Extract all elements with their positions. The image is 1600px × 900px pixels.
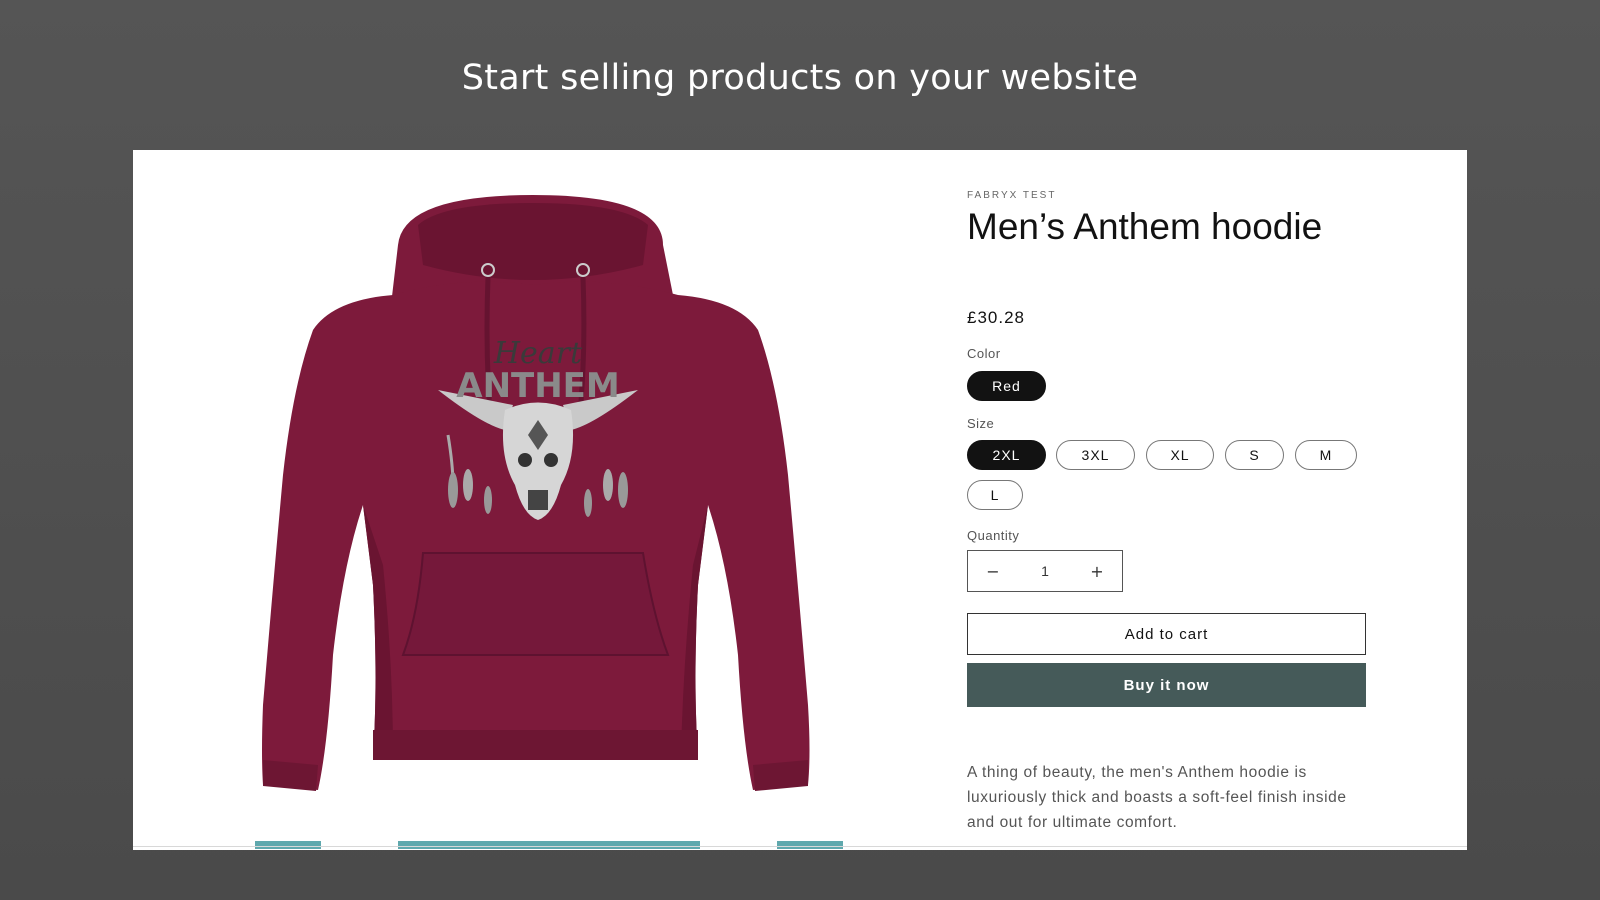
- product-image[interactable]: Heart ANTHEM: [243, 185, 813, 815]
- product-description: A thing of beauty, the men's Anthem hood…: [967, 764, 1347, 831]
- quantity-decrease-button[interactable]: −: [968, 551, 1018, 591]
- size-option-2xl[interactable]: 2XL: [967, 440, 1046, 470]
- size-option-s[interactable]: S: [1225, 440, 1284, 470]
- divider: [133, 846, 1467, 847]
- buy-now-button[interactable]: Buy it now: [967, 663, 1366, 707]
- vendor-name: FABRYX TEST: [967, 190, 1057, 201]
- color-label: Color: [967, 346, 1001, 361]
- quantity-increase-button[interactable]: +: [1072, 551, 1122, 591]
- add-to-cart-button[interactable]: Add to cart: [967, 613, 1366, 655]
- quantity-label: Quantity: [967, 528, 1020, 543]
- store-product-preview: Heart ANTHEM FABRYX TEST Men’s Anthem ho…: [133, 150, 1467, 850]
- quantity-input[interactable]: 1: [1018, 563, 1072, 579]
- thumbnail-3[interactable]: [777, 841, 843, 849]
- quantity-stepper: − 1 +: [967, 550, 1123, 592]
- size-option-m[interactable]: M: [1295, 440, 1357, 470]
- thumbnail-1[interactable]: [255, 841, 321, 849]
- graphic-text-main: ANTHEM: [456, 366, 619, 406]
- product-price: £30.28: [967, 308, 1025, 327]
- color-option-red[interactable]: Red: [967, 371, 1046, 401]
- size-option-l[interactable]: L: [967, 480, 1023, 510]
- size-option-xl[interactable]: XL: [1146, 440, 1214, 470]
- product-title: Men’s Anthem hoodie: [967, 206, 1323, 247]
- size-option-3xl[interactable]: 3XL: [1056, 440, 1135, 470]
- page-headline: Start selling products on your website: [461, 58, 1139, 98]
- thumbnail-2[interactable]: [398, 841, 700, 849]
- size-label: Size: [967, 416, 995, 431]
